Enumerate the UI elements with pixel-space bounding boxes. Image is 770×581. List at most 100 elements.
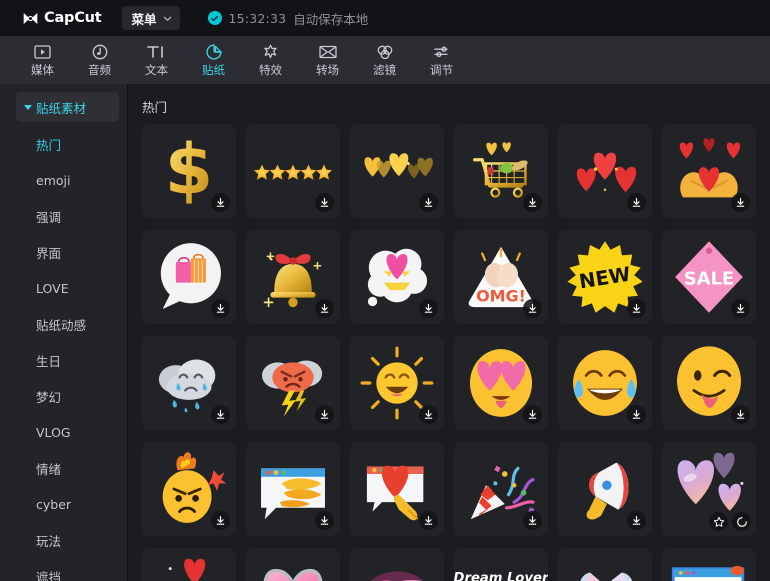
- tab-sparkle-star[interactable]: 特效: [242, 36, 299, 84]
- workspace: 贴纸素材 热门 emoji 强调 界面 LOVE 贴纸动感 生日 梦幻 VLOG 情绪 cyber 玩…: [0, 84, 770, 581]
- capcut-logo-icon: [22, 11, 39, 26]
- download-icon[interactable]: [627, 405, 646, 424]
- shopping-bubble-sticker[interactable]: [142, 230, 236, 324]
- download-icon[interactable]: [419, 511, 438, 530]
- browser-clap-sticker[interactable]: [246, 442, 340, 536]
- download-icon[interactable]: [523, 405, 542, 424]
- transition-icon: [317, 44, 339, 61]
- download-icon[interactable]: [211, 299, 230, 318]
- download-icon[interactable]: [419, 405, 438, 424]
- download-icon[interactable]: [627, 299, 646, 318]
- download-icon[interactable]: [523, 193, 542, 212]
- download-icon[interactable]: [731, 193, 750, 212]
- five-stars-sticker[interactable]: [246, 124, 340, 218]
- download-icon[interactable]: [627, 193, 646, 212]
- i-love-you-neon-sticker[interactable]: I LOVE YOUI LOVE YOU: [350, 548, 444, 581]
- download-icon[interactable]: [419, 193, 438, 212]
- text-ti-icon: [146, 44, 168, 61]
- tab-media[interactable]: 媒体: [14, 36, 71, 84]
- sticker-artwork: I LOVE YOUI LOVE YOU: [350, 548, 444, 581]
- tab-label: 滤镜: [373, 62, 396, 77]
- tab-transition[interactable]: 转场: [299, 36, 356, 84]
- falling-hearts-sticker[interactable]: [142, 548, 236, 581]
- follow-button-sticker[interactable]: FOLLOW: [662, 548, 756, 581]
- sidebar-item-4[interactable]: LOVE: [0, 270, 127, 306]
- sidebar-item-8[interactable]: VLOG: [0, 414, 127, 450]
- download-icon[interactable]: [627, 511, 646, 530]
- sticker-browser: 热门 $ OMG! NEW SALE I LOVE YOUI LOVE YOU Dream…: [128, 84, 770, 581]
- sidebar-item-9[interactable]: 情绪: [0, 450, 127, 486]
- sidebar-item-3[interactable]: 界面: [0, 234, 127, 270]
- sidebar-item-5[interactable]: 贴纸动感: [0, 306, 127, 342]
- sidebar-item-7[interactable]: 梦幻: [0, 378, 127, 414]
- app-logo: CapCut: [22, 10, 102, 26]
- filter-circles-icon: [374, 44, 396, 61]
- triangle-down-icon: [24, 104, 32, 110]
- sidebar-item-11[interactable]: 玩法: [0, 522, 127, 558]
- chrome-heart-sticker[interactable]: [246, 548, 340, 581]
- sidebar-item-2[interactable]: 强调: [0, 198, 127, 234]
- smiling-sun-sticker[interactable]: [350, 336, 444, 430]
- content-section-title: 热门: [142, 100, 168, 115]
- megaphone-sticker[interactable]: [558, 442, 652, 536]
- main-nav-tabs: 媒体 音频 文本 贴纸 特效 转场 滤镜 调节: [0, 36, 770, 84]
- tab-label: 媒体: [31, 62, 54, 77]
- tab-filter-circles[interactable]: 滤镜: [356, 36, 413, 84]
- sidebar-item-1[interactable]: emoji: [0, 162, 127, 198]
- loading-spinner-icon[interactable]: [732, 512, 751, 531]
- title-bar: CapCut 菜单 15:32:33 自动保存本地: [0, 0, 770, 36]
- storm-cloud-angry-sticker[interactable]: [246, 336, 340, 430]
- sale-tag-sticker[interactable]: SALE: [662, 230, 756, 324]
- sidebar-item-12[interactable]: 遮挡: [0, 558, 127, 581]
- adjust-sliders-icon: [431, 44, 453, 61]
- menu-button[interactable]: 菜单: [121, 6, 180, 30]
- sidebar-item-6[interactable]: 生日: [0, 342, 127, 378]
- download-icon[interactable]: [731, 405, 750, 424]
- browser-like-sticker[interactable]: [350, 442, 444, 536]
- tears-of-joy-sticker[interactable]: [558, 336, 652, 430]
- download-icon[interactable]: [211, 511, 230, 530]
- capcut-window: CapCut 菜单 15:32:33 自动保存本地 媒体 音频 文本 贴纸 特效 转场 滤镜…: [0, 0, 770, 581]
- crystal-heart-sticker[interactable]: [558, 548, 652, 581]
- rain-cloud-sad-sticker[interactable]: [142, 336, 236, 430]
- bell-bow-sticker[interactable]: [246, 230, 340, 324]
- tab-text-ti[interactable]: 文本: [128, 36, 185, 84]
- shopping-cart-sticker[interactable]: [454, 124, 548, 218]
- tab-label: 调节: [430, 62, 453, 77]
- download-icon[interactable]: [211, 405, 230, 424]
- sidebar-item-10[interactable]: cyber: [0, 486, 127, 522]
- wink-tongue-sticker[interactable]: [662, 336, 756, 430]
- download-icon[interactable]: [315, 193, 334, 212]
- dream-lover-sticker[interactable]: Dream Lovercrush on you: [454, 548, 548, 581]
- new-burst-sticker[interactable]: NEW: [558, 230, 652, 324]
- tab-sticker[interactable]: 贴纸: [185, 36, 242, 84]
- dollar-sign-sticker[interactable]: $: [142, 124, 236, 218]
- thought-heart-sticker[interactable]: [350, 230, 444, 324]
- download-icon[interactable]: [315, 299, 334, 318]
- download-icon[interactable]: [419, 299, 438, 318]
- download-icon[interactable]: [211, 193, 230, 212]
- download-icon[interactable]: [523, 299, 542, 318]
- sidebar-group-sticker-assets[interactable]: 贴纸素材: [16, 92, 119, 122]
- sticker-grid: $ OMG! NEW SALE I LOVE YOUI LOVE YOU Dream Lo…: [136, 124, 762, 581]
- yellow-hearts-sticker[interactable]: [350, 124, 444, 218]
- download-icon[interactable]: [315, 405, 334, 424]
- party-popper-sticker[interactable]: [454, 442, 548, 536]
- angry-fire-sticker[interactable]: [142, 442, 236, 536]
- heart-hands-sticker[interactable]: [662, 124, 756, 218]
- sidebar-item-0[interactable]: 热门: [0, 126, 127, 162]
- app-name: CapCut: [44, 10, 102, 26]
- tab-adjust-sliders[interactable]: 调节: [413, 36, 470, 84]
- red-hearts-sticker[interactable]: [558, 124, 652, 218]
- purple-hearts-sticker[interactable]: [662, 442, 756, 536]
- star-icon[interactable]: [709, 512, 728, 531]
- download-icon[interactable]: [523, 511, 542, 530]
- download-icon[interactable]: [731, 299, 750, 318]
- sticker-actions: [709, 512, 751, 531]
- download-icon[interactable]: [315, 511, 334, 530]
- heart-eyes-sticker[interactable]: [454, 336, 548, 430]
- tab-audio-note[interactable]: 音频: [71, 36, 128, 84]
- sticker-icon: [203, 44, 225, 61]
- autosave-label: 自动保存本地: [293, 11, 369, 27]
- omg-clap-sticker[interactable]: OMG!: [454, 230, 548, 324]
